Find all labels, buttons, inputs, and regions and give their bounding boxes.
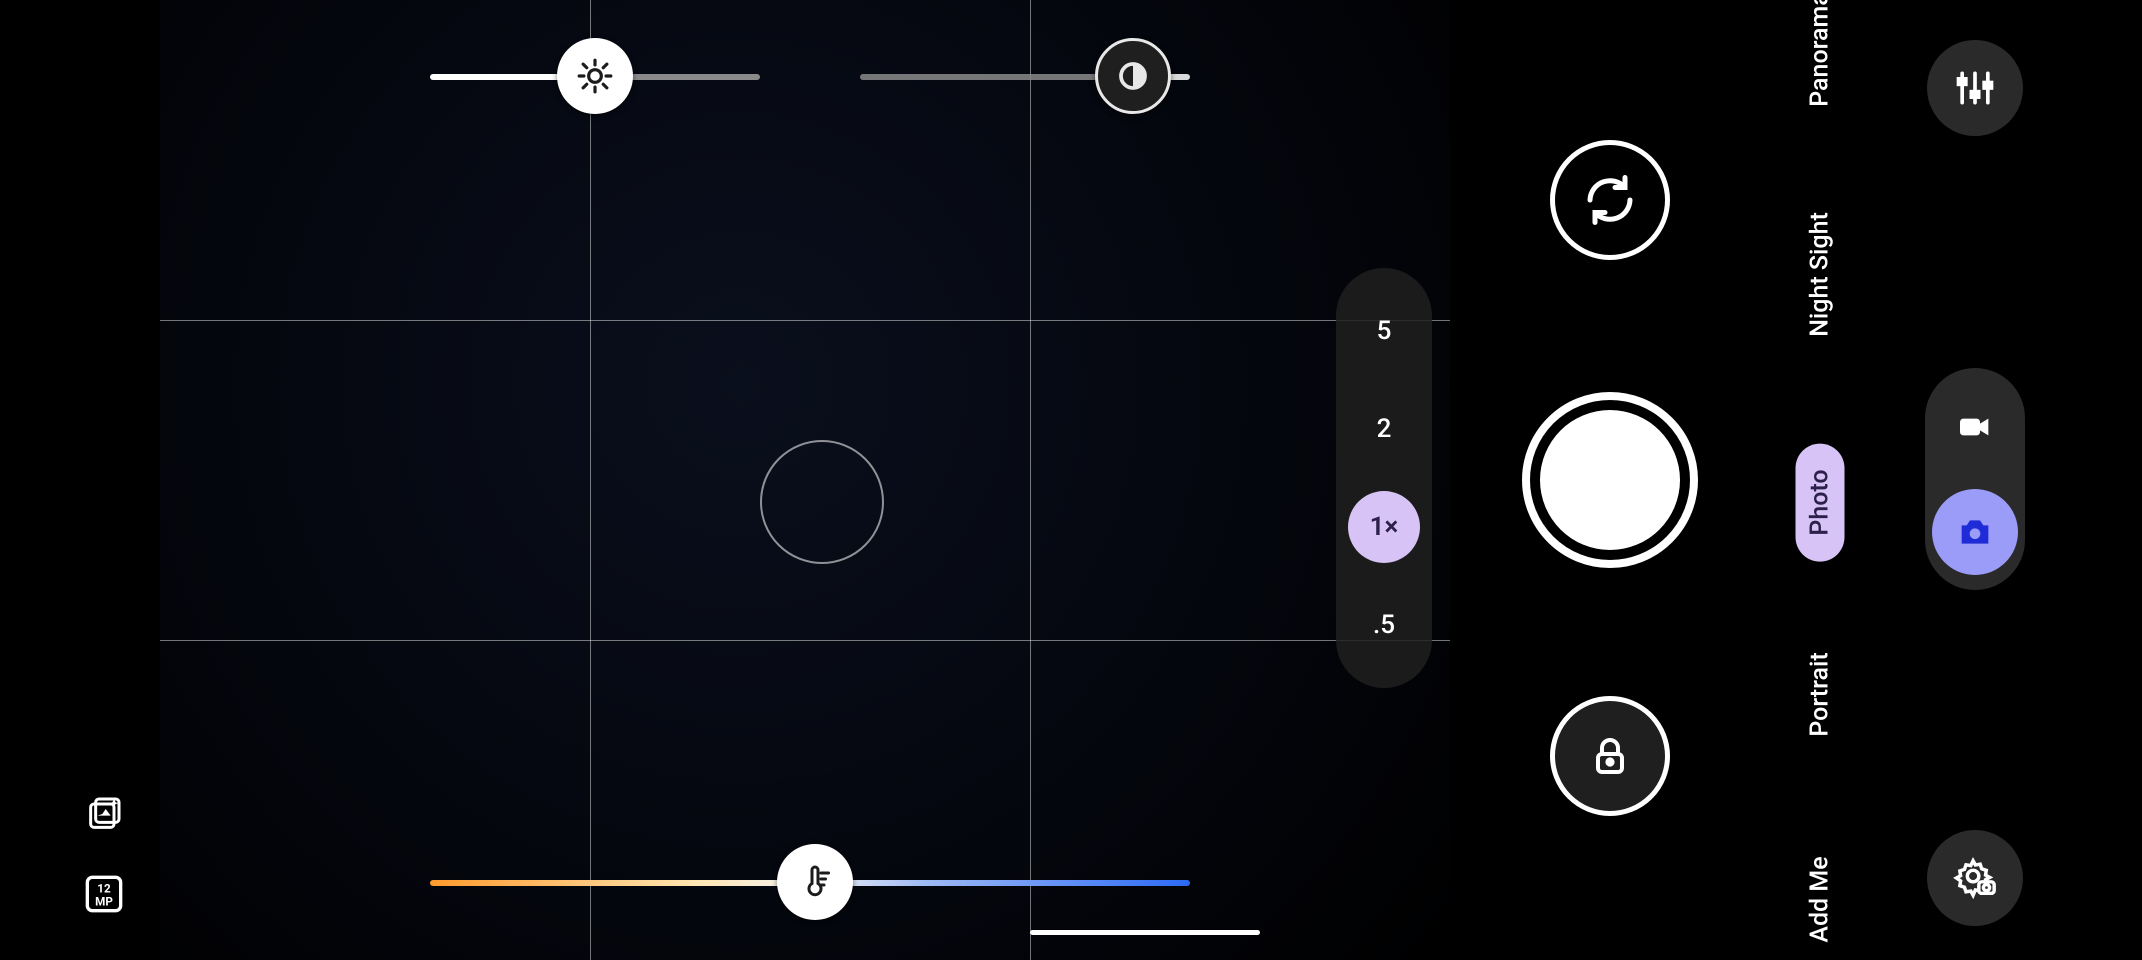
svg-text:12: 12 xyxy=(97,881,111,895)
shadow-slider-thumb[interactable] xyxy=(1095,38,1171,114)
capture-controls xyxy=(1500,0,1720,960)
svg-text:MP: MP xyxy=(95,895,113,909)
brightness-slider-thumb[interactable] xyxy=(557,38,633,114)
gallery-star-icon xyxy=(84,794,124,834)
zoom-selector: 5 2 1× .5 xyxy=(1336,268,1432,688)
shutter-inner xyxy=(1540,410,1680,550)
grid-vertical-2 xyxy=(1030,0,1031,960)
mode-add-me[interactable]: Add Me xyxy=(1796,830,1845,960)
switch-camera-icon xyxy=(1580,170,1640,230)
zoom-option-1x[interactable]: 1× xyxy=(1348,491,1420,563)
brightness-icon xyxy=(576,57,614,95)
toggle-photo[interactable] xyxy=(1932,489,2018,575)
thermometer-icon xyxy=(797,864,833,900)
gesture-indicator-bar xyxy=(1030,930,1260,935)
right-controls xyxy=(1900,0,2050,960)
tuning-sliders-icon xyxy=(1953,66,1997,110)
zoom-option-5x[interactable]: 5 xyxy=(1348,295,1420,367)
mode-panorama[interactable]: Panorama xyxy=(1796,0,1845,133)
resolution-button[interactable]: 12 MP xyxy=(80,870,128,918)
adjust-button[interactable] xyxy=(1927,40,2023,136)
grid-horizontal-2 xyxy=(160,640,1450,641)
gallery-button[interactable] xyxy=(80,790,128,838)
settings-button[interactable] xyxy=(1927,830,2023,926)
shadow-contrast-icon xyxy=(1115,58,1151,94)
toggle-video[interactable] xyxy=(1932,384,2018,470)
video-icon xyxy=(1955,407,1995,447)
photo-video-toggle xyxy=(1925,368,2025,590)
mode-night-sight[interactable]: Night Sight xyxy=(1796,186,1845,363)
focus-ring[interactable] xyxy=(760,440,884,564)
mode-portrait[interactable]: Portrait xyxy=(1796,626,1845,762)
white-balance-slider-thumb[interactable] xyxy=(777,844,853,920)
lock-focus-button[interactable] xyxy=(1550,696,1670,816)
zoom-option-2x[interactable]: 2 xyxy=(1348,393,1420,465)
camera-icon xyxy=(1955,512,1995,552)
mode-strip[interactable]: Panorama Night Sight Photo Portrait Add … xyxy=(1760,0,1880,960)
switch-camera-button[interactable] xyxy=(1550,140,1670,260)
mode-photo[interactable]: Photo xyxy=(1796,443,1845,561)
zoom-option-0-5x[interactable]: .5 xyxy=(1348,589,1420,661)
viewfinder[interactable]: 5 2 1× .5 xyxy=(160,0,1450,960)
lock-icon xyxy=(1586,732,1634,780)
shutter-button[interactable] xyxy=(1522,392,1698,568)
left-controls: 12 MP xyxy=(0,0,160,960)
resolution-12mp-icon: 12 MP xyxy=(84,874,124,914)
grid-horizontal-1 xyxy=(160,320,1450,321)
grid-vertical-1 xyxy=(590,0,591,960)
settings-gear-camera-icon xyxy=(1952,855,1998,901)
